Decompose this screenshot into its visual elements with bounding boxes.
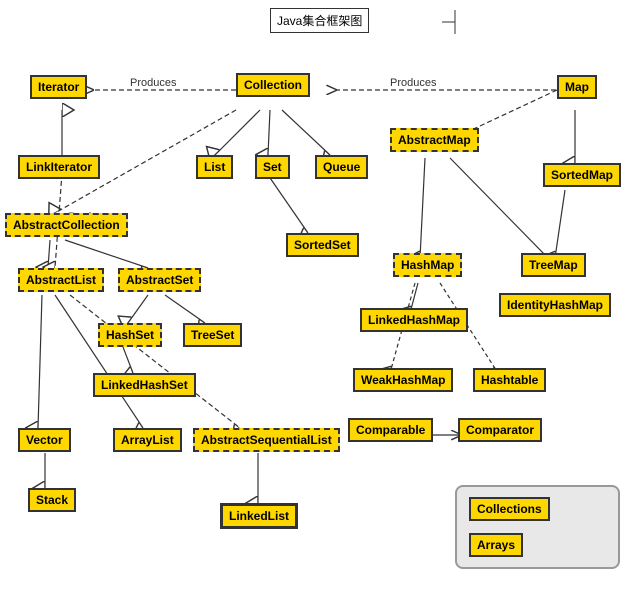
node-set: Set — [255, 155, 290, 179]
node-map: Map — [557, 75, 597, 99]
node-queue: Queue — [315, 155, 368, 179]
node-linkedhashset: LinkedHashSet — [93, 373, 196, 397]
node-sortedset: SortedSet — [286, 233, 359, 257]
node-linkiterator: LinkIterator — [18, 155, 100, 179]
node-vector: Vector — [18, 428, 71, 452]
node-collections: Collections — [469, 497, 550, 521]
node-treeset: TreeSet — [183, 323, 242, 347]
node-arrays: Arrays — [469, 533, 523, 557]
diagram: Iterator (dashed arrow left) --> Produce… — [0, 0, 643, 611]
node-arraylist: ArrayList — [113, 428, 182, 452]
node-title: Java集合框架图 — [270, 8, 369, 33]
node-hashset: HashSet — [98, 323, 162, 347]
legend-box: Collections Arrays — [455, 485, 620, 569]
node-abstractlist: AbstractList — [18, 268, 104, 292]
node-linkedlist: LinkedList — [220, 503, 298, 529]
svg-text:Produces: Produces — [130, 77, 177, 89]
node-sortedmap: SortedMap — [543, 163, 621, 187]
node-abstractsequentiallist: AbstractSequentialList — [193, 428, 340, 452]
node-collection: Collection — [236, 73, 310, 97]
svg-text:Produces: Produces — [390, 77, 437, 89]
node-hashtable: Hashtable — [473, 368, 546, 392]
node-hashmap: HashMap — [393, 253, 462, 277]
node-iterator: Iterator — [30, 75, 87, 99]
node-abstractmap: AbstractMap — [390, 128, 479, 152]
node-identityhashmap: IdentityHashMap — [499, 293, 611, 317]
node-weakhashmap: WeakHashMap — [353, 368, 453, 392]
node-stack: Stack — [28, 488, 76, 512]
node-linkedhashmap: LinkedHashMap — [360, 308, 468, 332]
node-list: List — [196, 155, 233, 179]
node-treemap: TreeMap — [521, 253, 586, 277]
node-comparator: Comparator — [458, 418, 542, 442]
node-abstractcollection: AbstractCollection — [5, 213, 128, 237]
node-comparable: Comparable — [348, 418, 433, 442]
node-abstractset: AbstractSet — [118, 268, 201, 292]
